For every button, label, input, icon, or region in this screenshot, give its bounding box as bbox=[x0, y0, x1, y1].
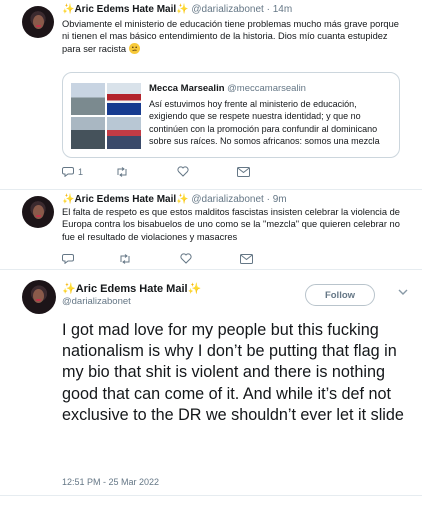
confused-face-emoji bbox=[128, 42, 140, 54]
avatar[interactable] bbox=[22, 6, 54, 38]
handle[interactable]: @darializabonet bbox=[62, 296, 131, 307]
display-name[interactable]: Aric Edems Hate Mail bbox=[74, 4, 176, 15]
retweet-icon bbox=[117, 166, 127, 177]
mail-icon bbox=[240, 253, 253, 264]
retweet-icon bbox=[120, 253, 130, 264]
follow-button[interactable]: Follow bbox=[305, 284, 375, 306]
quoted-media[interactable] bbox=[71, 83, 141, 149]
like-button[interactable] bbox=[177, 166, 189, 177]
retweet-button[interactable] bbox=[118, 253, 132, 264]
timestamp[interactable]: 9m bbox=[273, 194, 287, 205]
reply-icon bbox=[62, 167, 74, 177]
tweet-1[interactable]: ✨Aric Edems Hate Mail✨ @darializabonet ·… bbox=[0, 0, 422, 190]
chevron-down-icon[interactable] bbox=[398, 288, 408, 296]
quoted-header: Mecca Marsealin @meccamarsealin bbox=[149, 83, 306, 94]
retweet-button[interactable] bbox=[115, 166, 129, 177]
quoted-handle: @meccamarsealin bbox=[227, 83, 306, 94]
sparkle-icon: ✨ bbox=[62, 283, 76, 295]
handle[interactable]: @darializabonet bbox=[191, 194, 263, 205]
sparkle-icon: ✨ bbox=[187, 283, 202, 295]
handle[interactable]: @darializabonet bbox=[191, 4, 263, 15]
reply-button[interactable]: 1 bbox=[62, 166, 83, 177]
tweet-actions: 1 bbox=[62, 166, 251, 177]
tweet-header: ✨Aric Edems Hate Mail✨ @darializabonet ·… bbox=[62, 194, 287, 205]
tweet-text: El falta de respeto es que estos maldito… bbox=[62, 207, 400, 242]
display-name[interactable]: Aric Edems Hate Mail bbox=[76, 283, 188, 295]
tweet-actions bbox=[62, 253, 253, 264]
reply-button[interactable] bbox=[62, 253, 74, 264]
share-button[interactable] bbox=[240, 253, 253, 264]
tweet-header: ✨Aric Edems Hate Mail✨ @darializabonet ·… bbox=[62, 4, 293, 15]
main-tweet-header: ✨Aric Edems Hate Mail✨ bbox=[62, 282, 201, 295]
sparkle-icon: ✨ bbox=[176, 4, 189, 15]
quoted-text: Así estuvimos hoy frente al ministerio d… bbox=[149, 99, 380, 146]
sparkle-icon: ✨ bbox=[176, 194, 189, 205]
timestamp[interactable]: 14m bbox=[273, 4, 292, 15]
main-tweet-timestamp[interactable]: 12:51 PM - 25 Mar 2022 bbox=[62, 477, 159, 487]
quoted-name: Mecca Marsealin bbox=[149, 83, 225, 94]
reply-count: 1 bbox=[78, 166, 84, 177]
sparkle-icon: ✨ bbox=[62, 4, 75, 15]
sparkle-icon: ✨ bbox=[62, 194, 75, 205]
display-name[interactable]: Aric Edems Hate Mail bbox=[74, 194, 176, 205]
tweet-2[interactable]: ✨Aric Edems Hate Mail✨ @darializabonet ·… bbox=[0, 190, 422, 270]
heart-icon bbox=[180, 253, 192, 264]
avatar[interactable] bbox=[22, 280, 56, 314]
avatar[interactable] bbox=[22, 196, 54, 228]
divider bbox=[0, 495, 422, 496]
quoted-tweet[interactable]: Mecca Marsealin @meccamarsealin Así estu… bbox=[62, 72, 400, 158]
heart-icon bbox=[177, 166, 189, 177]
reply-icon bbox=[62, 254, 74, 264]
mail-icon bbox=[237, 166, 251, 177]
share-button[interactable] bbox=[237, 166, 251, 177]
like-button[interactable] bbox=[180, 253, 192, 264]
tweet-text: Obviamente el ministerio de educación ti… bbox=[62, 19, 399, 54]
main-tweet-text: I got mad love for my people but this fu… bbox=[62, 321, 404, 424]
